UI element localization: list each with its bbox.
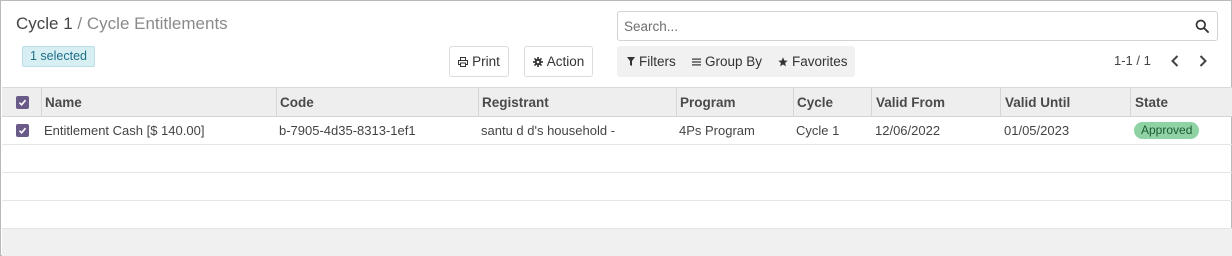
table-row[interactable]: Entitlement Cash [$ 140.00] b-7905-4d35-… bbox=[2, 117, 1232, 145]
pager-value[interactable]: 1-1 / 1 bbox=[1114, 53, 1151, 68]
entitlements-table: Name Code Registrant Program Cycle Valid… bbox=[2, 87, 1232, 229]
column-header-code[interactable]: Code bbox=[276, 88, 478, 116]
column-header-state[interactable]: State bbox=[1130, 88, 1232, 116]
row-checkbox[interactable] bbox=[15, 124, 29, 137]
pager-previous-button[interactable] bbox=[1167, 53, 1183, 69]
funnel-icon bbox=[627, 57, 635, 66]
action-button-label: Action bbox=[546, 54, 585, 69]
breadcrumb-parent-link[interactable]: Cycle 1 bbox=[16, 14, 73, 33]
search-input[interactable] bbox=[624, 19, 1184, 34]
header-select-all-cell bbox=[2, 88, 42, 116]
column-header-valid-from[interactable]: Valid From bbox=[871, 88, 1001, 116]
printer-icon bbox=[458, 56, 469, 67]
row-select-cell bbox=[2, 117, 42, 144]
pager-next-button[interactable] bbox=[1195, 53, 1211, 69]
checkmark-icon bbox=[18, 99, 26, 106]
cell-state: Approved bbox=[1130, 117, 1232, 144]
favorites-label: Favorites bbox=[792, 54, 848, 69]
print-button[interactable]: Print bbox=[449, 46, 509, 77]
search-icon[interactable] bbox=[1195, 19, 1209, 33]
cell-cycle: Cycle 1 bbox=[796, 123, 840, 138]
gear-icon bbox=[532, 56, 543, 67]
chevron-left-icon bbox=[1171, 55, 1179, 67]
filters-label: Filters bbox=[639, 54, 676, 69]
column-header-valid-until[interactable]: Valid Until bbox=[1000, 88, 1131, 116]
groupby-label: Group By bbox=[705, 54, 763, 69]
star-icon bbox=[778, 56, 788, 66]
empty-row bbox=[2, 201, 1232, 229]
list-view: Cycle 1 / Cycle Entitlements 1 selected … bbox=[0, 0, 1232, 256]
empty-row bbox=[2, 173, 1232, 201]
column-header-cycle[interactable]: Cycle bbox=[793, 88, 872, 116]
breadcrumb-current: Cycle Entitlements bbox=[86, 14, 228, 33]
table-header: Name Code Registrant Program Cycle Valid… bbox=[2, 87, 1232, 117]
cell-program: 4Ps Program bbox=[679, 123, 755, 138]
search-options-bar: Filters Group By Favorites bbox=[617, 46, 855, 77]
status-badge: Approved bbox=[1134, 122, 1200, 139]
favorites-toggle[interactable]: Favorites bbox=[778, 46, 848, 77]
bars-icon bbox=[692, 58, 701, 65]
cell-name: Entitlement Cash [$ 140.00] bbox=[44, 123, 205, 138]
empty-row bbox=[2, 145, 1232, 173]
breadcrumb-separator: / bbox=[77, 14, 83, 33]
groupby-toggle[interactable]: Group By bbox=[692, 46, 762, 77]
cell-valid-until: 01/05/2023 bbox=[1004, 123, 1070, 138]
search-box bbox=[617, 11, 1218, 41]
select-all-checkbox[interactable] bbox=[15, 95, 29, 109]
column-header-name[interactable]: Name bbox=[41, 88, 277, 116]
cell-registrant: santu d d's household - bbox=[481, 123, 616, 138]
chevron-right-icon bbox=[1199, 55, 1207, 67]
checkmark-icon bbox=[18, 127, 26, 134]
selected-count-badge: 1 selected bbox=[22, 46, 95, 67]
cell-valid-from: 12/06/2022 bbox=[875, 123, 941, 138]
cell-code: b-7905-4d35-8313-1ef1 bbox=[279, 123, 416, 138]
filters-toggle[interactable]: Filters bbox=[627, 46, 676, 77]
action-button[interactable]: Action bbox=[524, 46, 593, 77]
table-footer bbox=[2, 228, 1232, 256]
print-button-label: Print bbox=[472, 54, 500, 69]
breadcrumb: Cycle 1 / Cycle Entitlements bbox=[16, 14, 228, 34]
column-header-program[interactable]: Program bbox=[676, 88, 793, 116]
column-header-registrant[interactable]: Registrant bbox=[478, 88, 677, 116]
